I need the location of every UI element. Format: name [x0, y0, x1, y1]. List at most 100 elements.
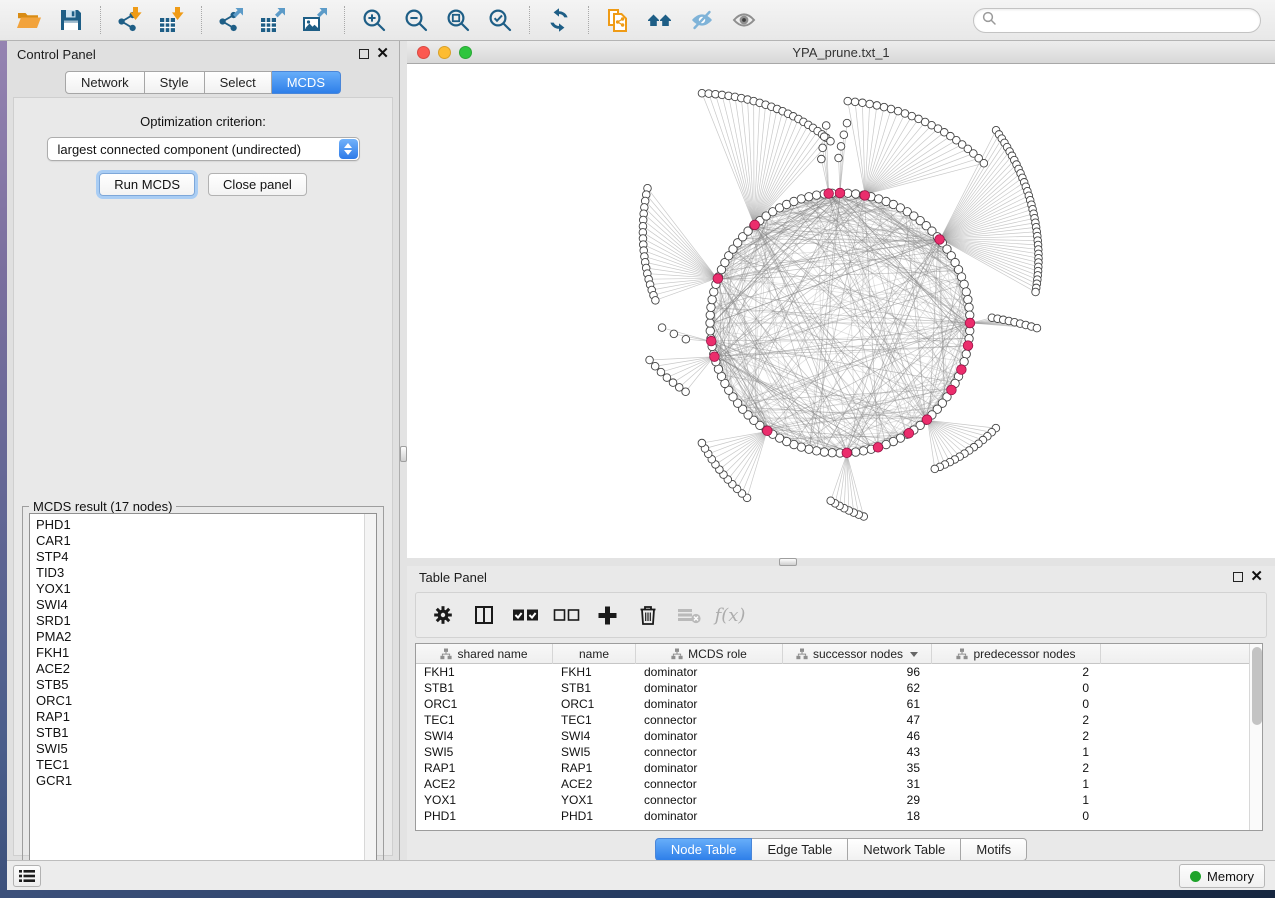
tab-node-table[interactable]: Node Table	[655, 838, 753, 861]
tab-select[interactable]: Select	[205, 71, 272, 94]
mcds-result-node[interactable]: SWI5	[36, 741, 376, 757]
column-header-predecessor-nodes[interactable]: predecessor nodes	[932, 644, 1101, 664]
close-table-panel-icon[interactable]: ✕	[1250, 572, 1263, 582]
network-graph-canvas[interactable]	[407, 64, 1275, 558]
delete-column-icon[interactable]	[634, 601, 662, 629]
memory-label: Memory	[1207, 869, 1254, 884]
tab-network-table[interactable]: Network Table	[848, 838, 961, 861]
refresh-view-icon[interactable]	[544, 5, 574, 35]
mcds-result-node[interactable]: ORC1	[36, 693, 376, 709]
zoom-in-icon[interactable]	[359, 5, 389, 35]
table-cell: RAP1	[416, 760, 553, 776]
table-row[interactable]: SWI5SWI5connector431	[416, 744, 1249, 760]
mcds-result-list[interactable]: PHD1CAR1STP4TID3YOX1SWI4SRD1PMA2FKH1ACE2…	[29, 513, 377, 871]
add-column-icon[interactable]	[593, 601, 621, 629]
table-scrollbar-thumb[interactable]	[1252, 647, 1262, 725]
table-cell: dominator	[636, 760, 783, 776]
horizontal-splitter-handle[interactable]	[779, 558, 797, 566]
optimization-criterion-label: Optimization criterion:	[14, 114, 392, 129]
column-header-shared-name[interactable]: shared name	[416, 644, 553, 664]
column-header-name[interactable]: name	[553, 644, 636, 664]
network-window-titlebar[interactable]: YPA_prune.txt_1	[407, 41, 1275, 64]
table-row[interactable]: TEC1TEC1connector472	[416, 712, 1249, 728]
save-session-icon[interactable]	[56, 5, 86, 35]
import-network-icon[interactable]	[115, 5, 145, 35]
table-cell: 2	[932, 712, 1101, 728]
export-network-icon[interactable]	[216, 5, 246, 35]
tab-style[interactable]: Style	[145, 71, 205, 94]
select-all-columns-icon[interactable]	[511, 601, 539, 629]
run-mcds-button[interactable]: Run MCDS	[99, 173, 195, 196]
table-row[interactable]: RAP1RAP1dominator352	[416, 760, 1249, 776]
unselect-all-columns-icon[interactable]	[552, 601, 580, 629]
vertical-splitter[interactable]	[400, 41, 407, 860]
table-row[interactable]: STB1STB1dominator620	[416, 680, 1249, 696]
mcds-result-node[interactable]: GCR1	[36, 773, 376, 789]
tab-motifs[interactable]: Motifs	[961, 838, 1027, 861]
table-cell: dominator	[636, 680, 783, 696]
mcds-result-scrollbar[interactable]	[364, 514, 376, 870]
float-panel-icon[interactable]	[359, 49, 369, 59]
export-image-icon[interactable]	[300, 5, 330, 35]
open-file-icon[interactable]	[14, 5, 44, 35]
mcds-result-node[interactable]: SWI4	[36, 597, 376, 613]
search-input[interactable]	[1002, 13, 1252, 28]
mcds-result-node[interactable]: CAR1	[36, 533, 376, 549]
panel-menu-button[interactable]	[13, 865, 41, 887]
mcds-result-node[interactable]: TEC1	[36, 757, 376, 773]
network-window-title: YPA_prune.txt_1	[407, 45, 1275, 60]
mcds-result-node[interactable]: FKH1	[36, 645, 376, 661]
search-box[interactable]	[973, 8, 1261, 33]
table-row[interactable]: SWI4SWI4dominator462	[416, 728, 1249, 744]
table-cell: STB1	[416, 680, 553, 696]
zoom-selected-icon[interactable]	[485, 5, 515, 35]
vertical-splitter-handle[interactable]	[400, 446, 407, 462]
delete-table-icon	[675, 601, 703, 629]
column-header-MCDS-role[interactable]: MCDS role	[636, 644, 783, 664]
mcds-result-node[interactable]: STB1	[36, 725, 376, 741]
table-scrollbar[interactable]	[1249, 644, 1262, 830]
table-cell: 1	[932, 792, 1101, 808]
table-settings-icon[interactable]	[429, 601, 457, 629]
table-cell: YOX1	[416, 792, 553, 808]
mcds-result-node[interactable]: STP4	[36, 549, 376, 565]
mcds-result-node[interactable]: PHD1	[36, 517, 376, 533]
copy-document-icon[interactable]	[603, 5, 633, 35]
tab-network[interactable]: Network	[65, 71, 145, 94]
import-table-icon[interactable]	[157, 5, 187, 35]
float-table-panel-icon[interactable]	[1233, 572, 1243, 582]
close-panel-button[interactable]: Close panel	[208, 173, 307, 196]
mcds-result-node[interactable]: TID3	[36, 565, 376, 581]
memory-button[interactable]: Memory	[1179, 864, 1265, 888]
toggle-column-view-icon[interactable]	[470, 601, 498, 629]
zoom-out-icon[interactable]	[401, 5, 431, 35]
export-table-icon[interactable]	[258, 5, 288, 35]
table-row[interactable]: ORC1ORC1dominator610	[416, 696, 1249, 712]
zoom-fit-icon[interactable]	[443, 5, 473, 35]
hide-selected-icon[interactable]	[687, 5, 717, 35]
optimization-criterion-select[interactable]: largest connected component (undirected)	[47, 137, 360, 161]
table-cell: 29	[783, 792, 932, 808]
table-row[interactable]: YOX1YOX1connector291	[416, 792, 1249, 808]
tab-mcds[interactable]: MCDS	[272, 71, 341, 94]
mcds-result-node[interactable]: STB5	[36, 677, 376, 693]
node-table-body: FKH1FKH1dominator962STB1STB1dominator620…	[416, 664, 1249, 824]
mcds-result-node[interactable]: ACE2	[36, 661, 376, 677]
mcds-tab-content: Optimization criterion: largest connecte…	[13, 97, 393, 856]
mcds-result-group: MCDS result (17 nodes) PHD1CAR1STP4TID3Y…	[22, 506, 384, 878]
table-row[interactable]: ACE2ACE2connector311	[416, 776, 1249, 792]
column-header-successor-nodes[interactable]: successor nodes	[783, 644, 932, 664]
mcds-result-node[interactable]: SRD1	[36, 613, 376, 629]
mcds-result-node[interactable]: YOX1	[36, 581, 376, 597]
optimization-criterion-value: largest connected component (undirected)	[58, 142, 302, 157]
horizontal-splitter[interactable]	[407, 558, 1275, 566]
mcds-result-node[interactable]: PMA2	[36, 629, 376, 645]
tab-edge-table[interactable]: Edge Table	[752, 838, 848, 861]
table-row[interactable]: FKH1FKH1dominator962	[416, 664, 1249, 680]
table-cell: 0	[932, 680, 1101, 696]
show-hidden-icon[interactable]	[729, 5, 759, 35]
mcds-result-node[interactable]: RAP1	[36, 709, 376, 725]
first-neighbors-icon[interactable]	[645, 5, 675, 35]
close-panel-icon[interactable]: ✕	[376, 49, 389, 59]
table-row[interactable]: PHD1PHD1dominator180	[416, 808, 1249, 824]
